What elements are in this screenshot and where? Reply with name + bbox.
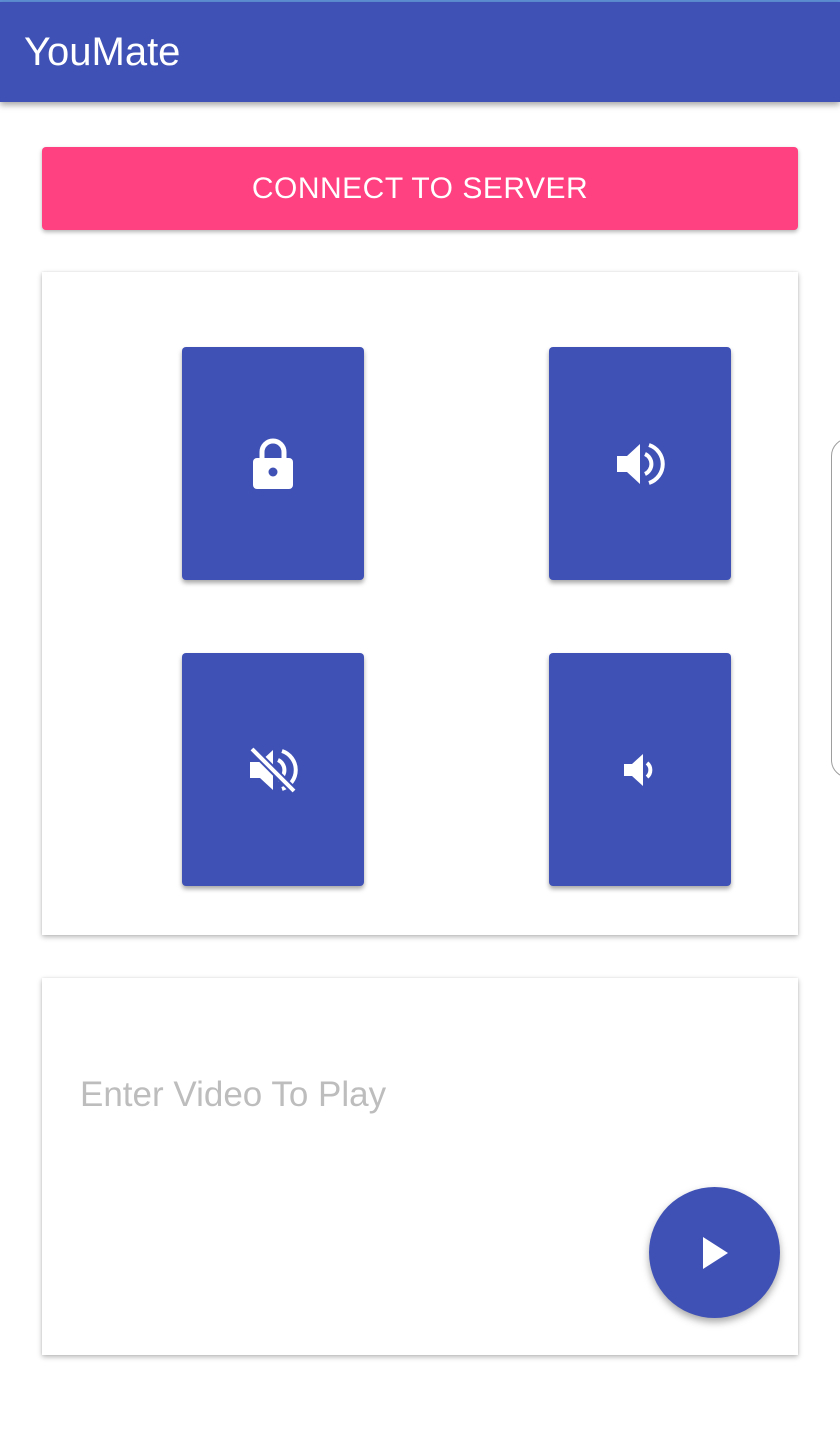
volume-up-button[interactable] (549, 347, 731, 580)
app-bar: YouMate (0, 2, 840, 102)
media-controls-card (42, 272, 798, 935)
volume-down-icon (624, 753, 653, 786)
lock-button[interactable] (182, 347, 364, 580)
connect-to-server-button[interactable]: CONNECT TO SERVER (42, 147, 798, 230)
edge-panel-handle[interactable] (831, 438, 840, 778)
mute-button[interactable] (182, 653, 364, 886)
app-title: YouMate (24, 30, 181, 74)
video-url-input[interactable] (80, 1070, 640, 1120)
volume-up-icon (617, 442, 665, 485)
lock-icon (253, 438, 293, 489)
play-button[interactable] (649, 1187, 780, 1318)
play-icon (702, 1236, 728, 1269)
volume-off-icon (249, 745, 298, 794)
volume-down-button[interactable] (549, 653, 731, 886)
